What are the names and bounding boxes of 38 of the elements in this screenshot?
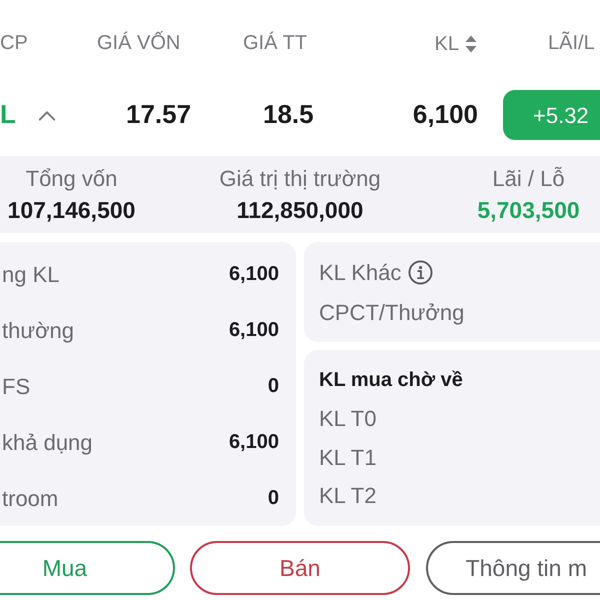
panel-title: KL mua chờ về — [319, 368, 463, 394]
holding-label: troom — [2, 484, 58, 512]
summary-label: Giá trị thị trường — [219, 165, 381, 193]
holding-label: khả dụng — [2, 428, 93, 457]
buy-button[interactable]: Mua — [0, 541, 176, 595]
profit-percent-button[interactable]: +5.32 — [503, 90, 600, 140]
holding-value: 0 — [268, 374, 279, 399]
summary-value: 112,850,000 — [236, 196, 364, 225]
panel-title: KL Khác — [319, 258, 402, 286]
column-header: CP — [0, 32, 28, 54]
stock-symbol: L — [0, 99, 16, 131]
holding-value: 6,100 — [228, 430, 279, 455]
sell-button[interactable]: Bán — [190, 541, 410, 595]
holding-label: FS — [2, 372, 30, 400]
stock-info-button[interactable]: Thông tin m — [426, 541, 600, 595]
summary-label: Lãi / Lỗ — [492, 165, 565, 193]
holding-label: ng KL — [2, 260, 60, 289]
holding-label: thường — [2, 316, 74, 345]
info-icon[interactable] — [408, 260, 434, 284]
volume-label: KL T0 — [319, 405, 376, 434]
holding-value: 6,100 — [228, 318, 279, 343]
column-header: GIÁ VỐN — [97, 32, 180, 54]
volume-label: KL T2 — [319, 482, 376, 510]
volume-label: CPCT/Thưởng — [319, 298, 464, 327]
summary-value: 5,703,500 — [477, 196, 580, 225]
volume-value: 6,100 — [412, 99, 478, 131]
sort-icon[interactable] — [465, 35, 477, 53]
summary-label: Tổng vốn — [26, 165, 118, 193]
cost-price: 17.57 — [126, 99, 192, 129]
holding-value: 6,100 — [228, 262, 279, 287]
chevron-up-icon[interactable] — [38, 110, 56, 120]
column-header: GIÁ TT — [243, 32, 308, 54]
summary-value: 107,146,500 — [8, 196, 136, 225]
market-price: 18.5 — [263, 99, 314, 129]
holding-value: 0 — [268, 486, 279, 511]
volume-label: KL T1 — [319, 444, 376, 472]
column-header: KL — [434, 32, 459, 56]
column-header: LÃI/L — [548, 32, 595, 54]
